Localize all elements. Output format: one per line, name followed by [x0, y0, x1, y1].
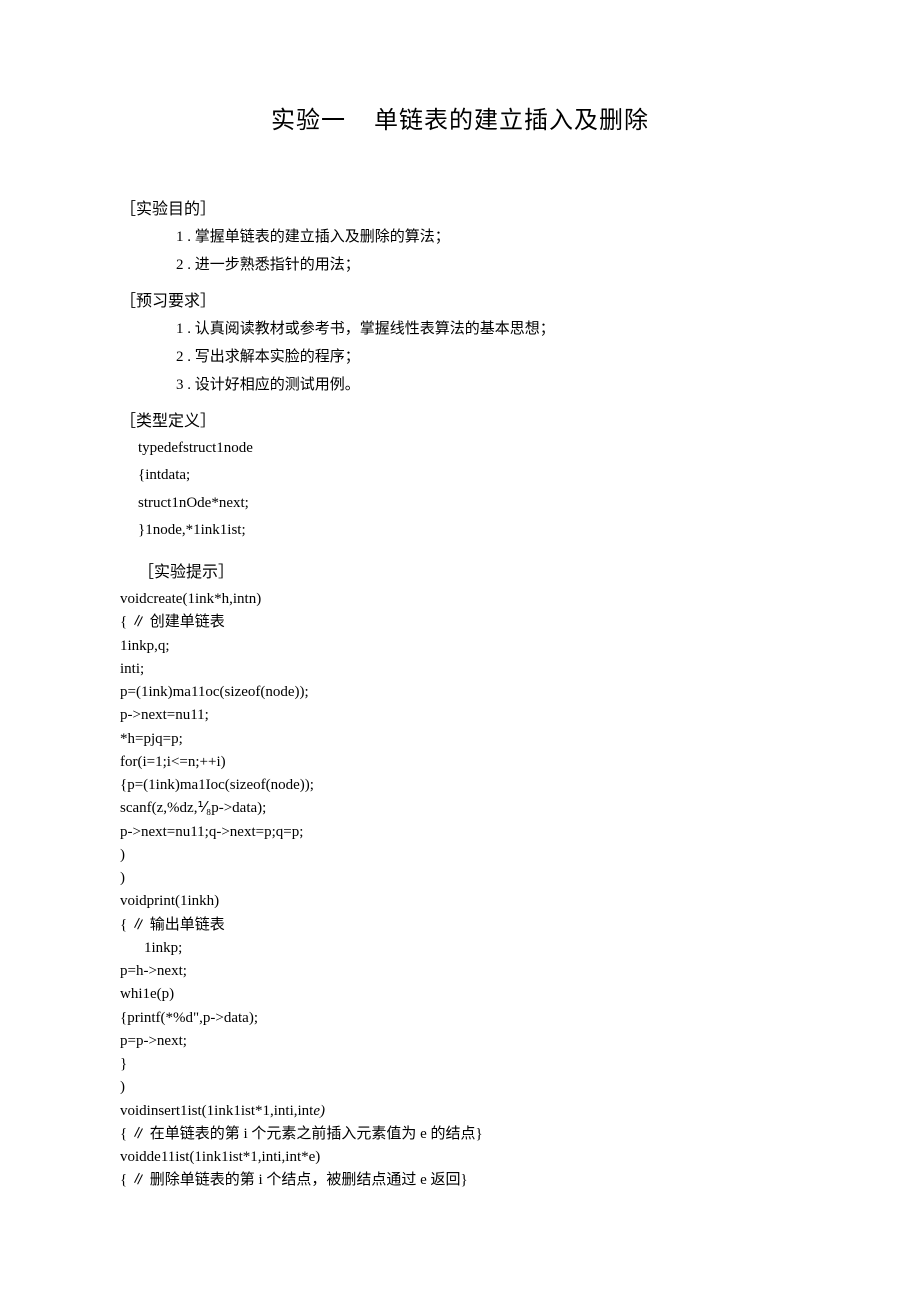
code-line: 1inkp,q; [120, 635, 800, 658]
section-hint-header: ［实验提示］ [138, 558, 800, 582]
section-typedef-header: ［类型定义］ [120, 407, 800, 431]
code-line: scanf(z,%dz,⅟₈p->data); [120, 797, 800, 820]
prep-item-1: 1 . 认真阅读教材或参考书，掌握线性表算法的基本思想； [176, 317, 800, 341]
code-line-delete: voidde11ist(1ink1ist*1,inti,int*e) [120, 1146, 800, 1169]
code-line: { ∥ 创建单链表 [120, 611, 800, 634]
code-line: *h=pjq=p; [120, 728, 800, 751]
code-line: inti; [120, 658, 800, 681]
title-label-2: 单链表的建立插入及删除 [374, 108, 649, 134]
code-line: {printf(*%d",p->data); [120, 1007, 800, 1030]
code-line: ) [120, 1076, 800, 1099]
insert-italic: e) [313, 1103, 325, 1119]
title-label-1: 实验一 [271, 108, 346, 134]
purpose-item-1: 1 . 掌握单链表的建立插入及删除的算法； [176, 225, 800, 249]
code-line: p=p->next; [120, 1030, 800, 1053]
code-line: } [120, 1053, 800, 1076]
code-line: { ∥ 输出单链表 [120, 914, 800, 937]
prep-item-3: 3 . 设计好相应的测试用例。 [176, 373, 800, 397]
typedef-line-1: typedefstruct1node [138, 437, 800, 460]
code-line: whi1e(p) [120, 983, 800, 1006]
code-line-indented: 1inkp; [144, 937, 800, 960]
code-line: p->next=nu11;q->next=p;q=p; [120, 821, 800, 844]
code-line: for(i=1;i<=n;++i) [120, 751, 800, 774]
prep-item-2: 2 . 写出求解本实脸的程序； [176, 345, 800, 369]
document-title: 实验一 单链表的建立插入及删除 [120, 100, 800, 135]
code-line: voidprint(1inkh) [120, 890, 800, 913]
document-page: 实验一 单链表的建立插入及删除 ［实验目的］ 1 . 掌握单链表的建立插入及删除的… [0, 0, 920, 1253]
code-line-insert: voidinsert1ist(1ink1ist*1,inti,inte) [120, 1100, 800, 1123]
code-line: voidcreate(1ink*h,intn) [120, 588, 800, 611]
insert-pre: voidinsert1ist(1ink1ist*1,inti,int [120, 1103, 313, 1119]
code-line: ) [120, 844, 800, 867]
code-line: p=h->next; [120, 960, 800, 983]
code-line: p->next=nu11; [120, 704, 800, 727]
code-line: {p=(1ink)ma1Ioc(sizeof(node)); [120, 774, 800, 797]
code-line-insert-comment: { ∥ 在单链表的第 i 个元素之前插入元素值为 e 的结点} [120, 1123, 800, 1146]
code-line: p=(1ink)ma11oc(sizeof(node)); [120, 681, 800, 704]
code-line: ) [120, 867, 800, 890]
typedef-line-3: struct1nOde*next; [138, 492, 800, 515]
purpose-item-2: 2 . 进一步熟悉指针的用法； [176, 253, 800, 277]
section-prep-header: ［预习要求］ [120, 287, 800, 311]
code-line-delete-comment: { ∥ 删除单链表的第 i 个结点，被删结点通过 e 返回} [120, 1169, 800, 1192]
section-purpose-header: ［实验目的］ [120, 195, 800, 219]
typedef-line-2: {intdata; [138, 464, 800, 487]
typedef-line-4: }1node,*1ink1ist; [138, 519, 800, 542]
